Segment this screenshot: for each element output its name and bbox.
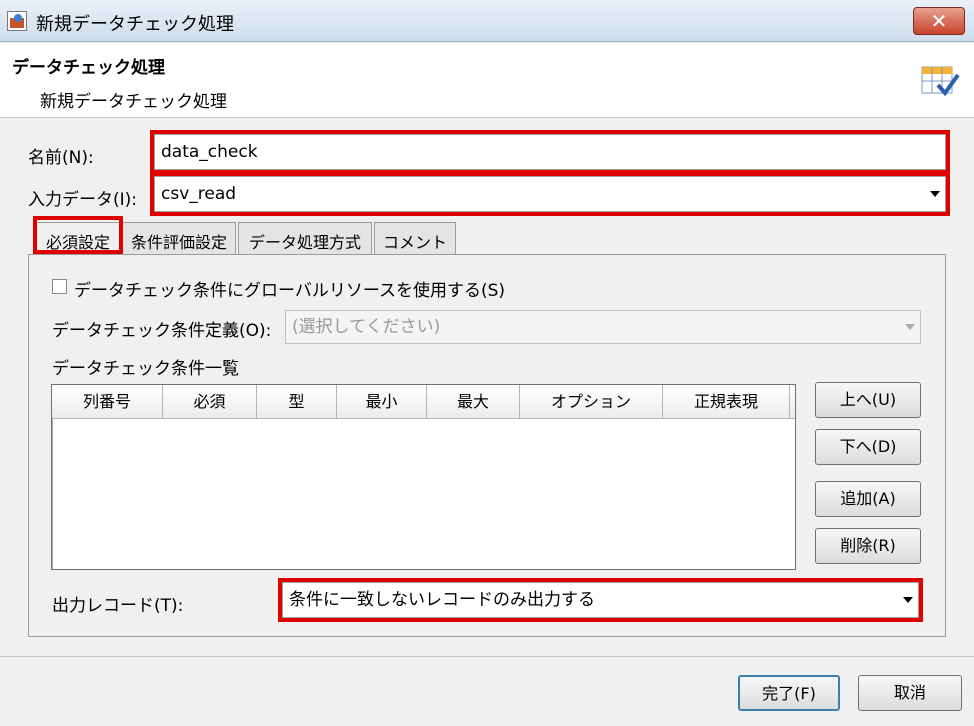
- move-up-button[interactable]: 上へ(U): [815, 382, 921, 418]
- column-header[interactable]: オプション: [520, 385, 663, 419]
- condition-def-placeholder: (選択してください): [292, 317, 441, 337]
- input-data-highlight: [150, 172, 950, 216]
- remove-button[interactable]: 削除(R): [815, 528, 921, 564]
- dialog-header: データチェック処理 新規データチェック処理: [0, 43, 974, 118]
- name-label-text: 名前(N):: [28, 148, 94, 168]
- column-header[interactable]: 列番号: [52, 385, 163, 419]
- footer-divider: [0, 656, 974, 657]
- add-button[interactable]: 追加(A): [815, 481, 921, 517]
- global-resource-checkbox[interactable]: [52, 279, 67, 294]
- chevron-down-icon: [900, 311, 920, 343]
- header-title: データチェック処理: [12, 58, 165, 78]
- condition-table[interactable]: 列番号 必須 型 最小 最大 オプション 正規表現: [51, 384, 796, 570]
- column-header[interactable]: 正規表現: [663, 385, 790, 419]
- window-title: 新規データチェック処理: [36, 14, 234, 35]
- tab-highlight: [33, 216, 123, 254]
- tab-comment[interactable]: コメント: [374, 222, 456, 255]
- tab-condition-settings[interactable]: 条件評価設定: [122, 222, 236, 255]
- finish-button[interactable]: 完了(F): [738, 675, 840, 711]
- table-header: 列番号 必須 型 最小 最大 オプション 正規表現: [52, 385, 795, 419]
- app-icon: [7, 11, 27, 31]
- close-button[interactable]: ✕: [913, 7, 965, 35]
- name-highlight: [150, 130, 950, 174]
- column-header[interactable]: 必須: [163, 385, 257, 419]
- input-data-label: 入力データ(I):: [28, 190, 138, 210]
- cancel-button[interactable]: 取消: [858, 675, 962, 711]
- header-subtitle: 新規データチェック処理: [40, 92, 227, 112]
- move-down-button[interactable]: 下へ(D): [815, 429, 921, 465]
- global-resource-label: データチェック条件にグローバルリソースを使用する(S): [74, 281, 506, 301]
- name-label: 名前(N):: [28, 143, 94, 168]
- condition-def-label: データチェック条件定義(O):: [52, 321, 272, 341]
- table-check-icon: [921, 66, 960, 97]
- output-record-highlight: [278, 578, 923, 622]
- column-header[interactable]: 型: [257, 385, 337, 419]
- title-bar: 新規データチェック処理 ✕: [0, 0, 974, 42]
- condition-list-label: データチェック条件一覧: [52, 359, 239, 379]
- column-header[interactable]: 最大: [427, 385, 520, 419]
- column-header[interactable]: 最小: [337, 385, 427, 419]
- tab-processing-method[interactable]: データ処理方式: [238, 222, 372, 255]
- condition-def-select: (選択してください): [285, 310, 921, 344]
- output-record-label: 出力レコード(T):: [52, 596, 184, 616]
